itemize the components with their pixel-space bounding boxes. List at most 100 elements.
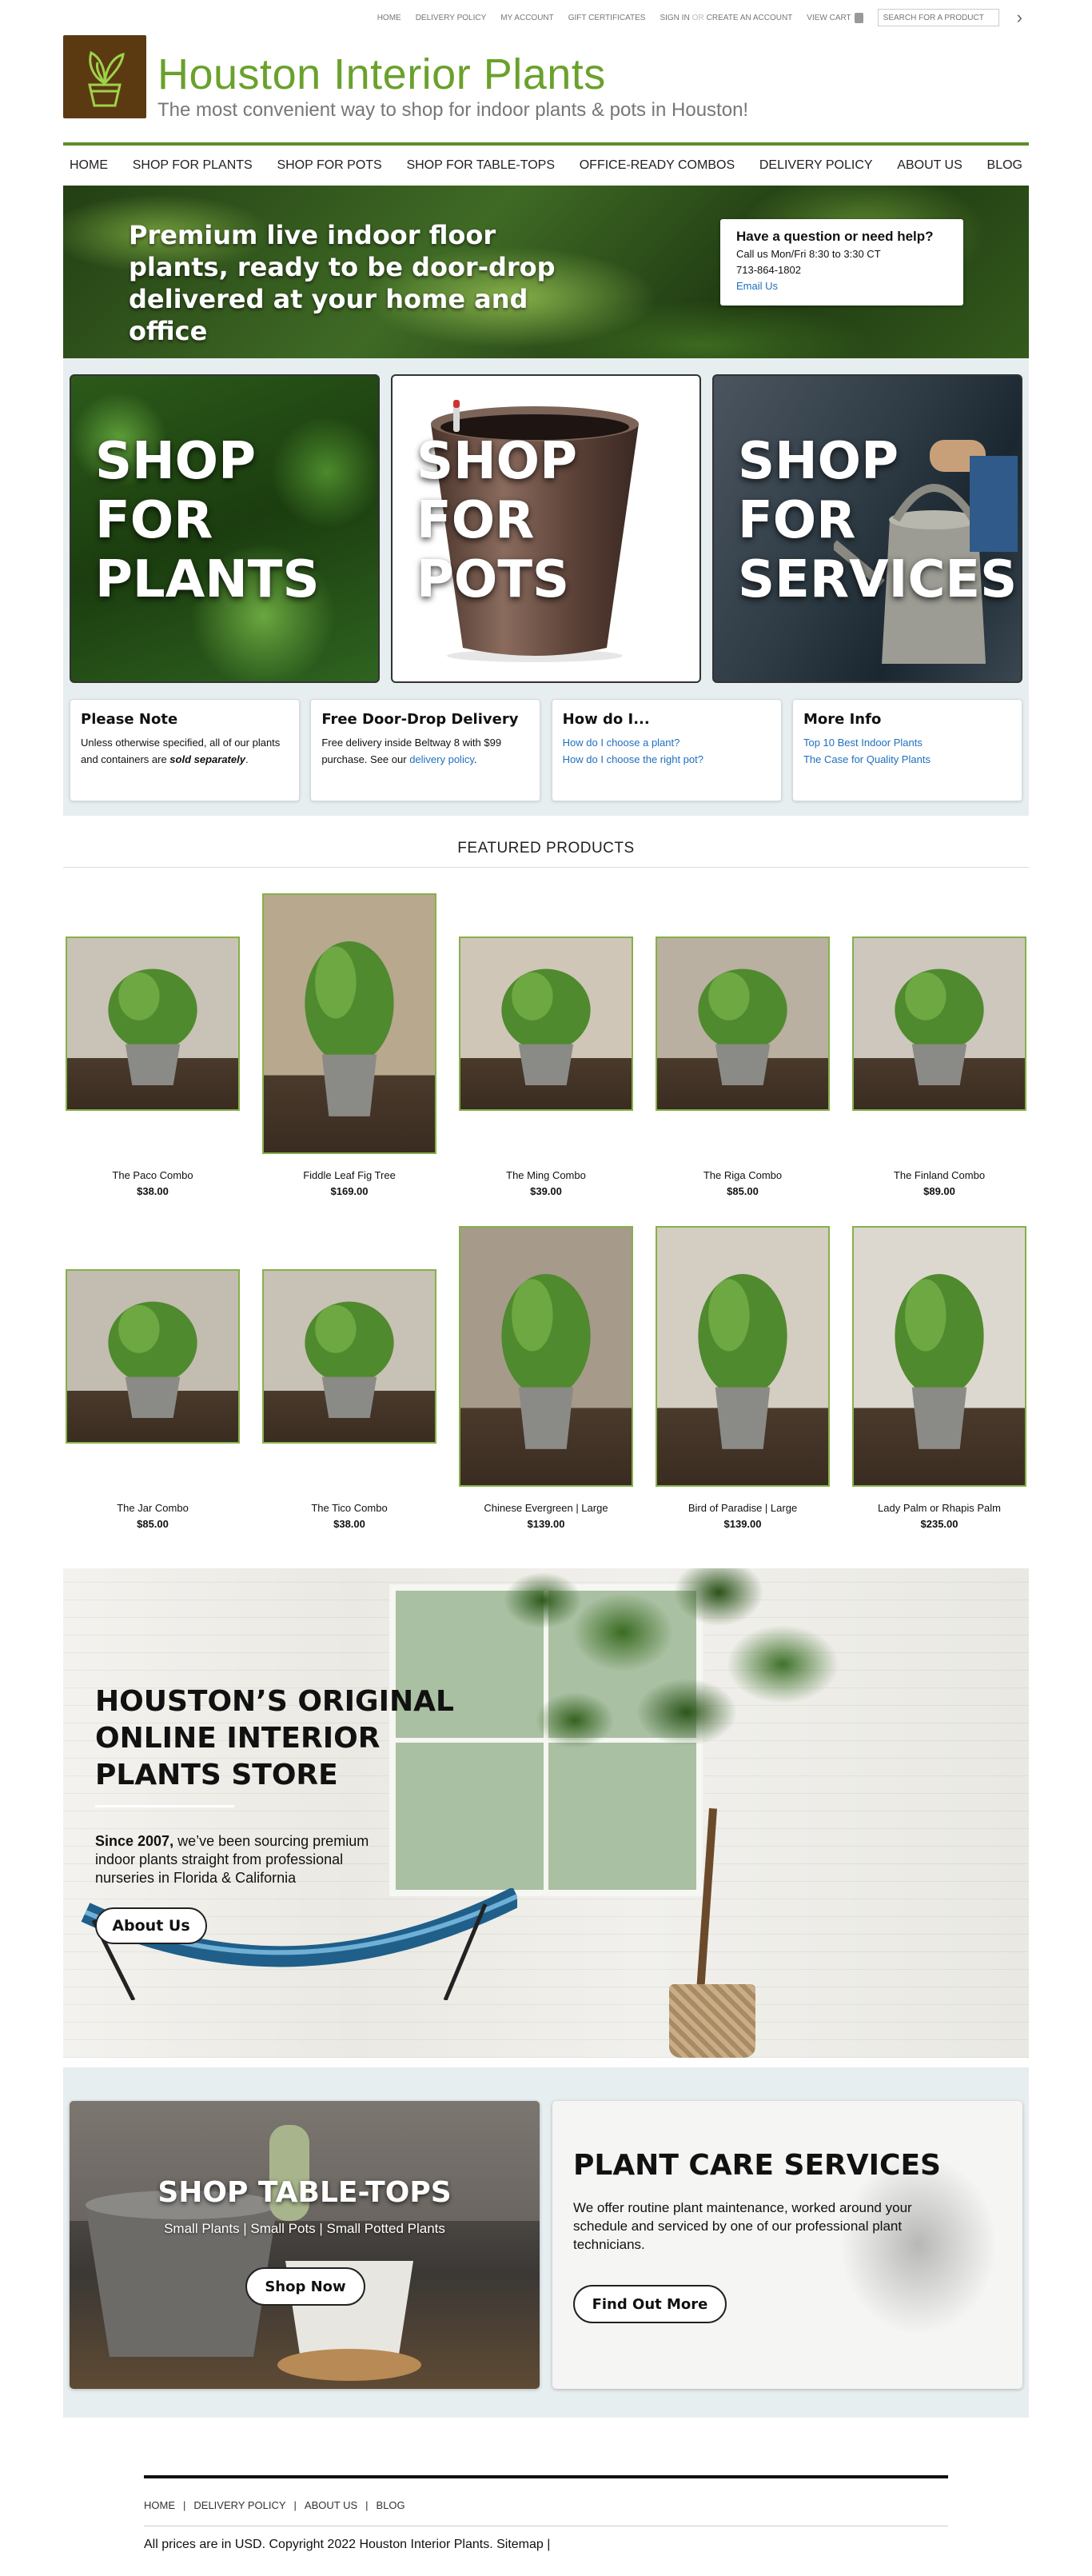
footer-delivery-link[interactable]: DELIVERY POLICY	[193, 2499, 285, 2511]
util-home-link[interactable]: HOME	[377, 14, 401, 22]
product-card[interactable]: The Paco Combo $38.00	[65, 890, 241, 1223]
info-card-how-do-i: How do I... How do I choose a plant? How…	[551, 699, 782, 801]
footer-blog-link[interactable]: BLOG	[377, 2499, 405, 2511]
product-image[interactable]	[262, 1269, 436, 1444]
product-name[interactable]: Lady Palm or Rhapis Palm	[851, 1502, 1027, 1514]
util-delivery-link[interactable]: DELIVERY POLICY	[416, 14, 487, 22]
search-submit-chevron-icon[interactable]: ›	[1017, 7, 1022, 28]
nav-shop-table-tops[interactable]: SHOP FOR TABLE-TOPS	[406, 158, 555, 173]
nav-shop-pots[interactable]: SHOP FOR POTS	[277, 158, 381, 173]
nav-blog[interactable]: BLOG	[987, 158, 1022, 173]
footer-about-link[interactable]: ABOUT US	[305, 2499, 357, 2511]
product-name[interactable]: The Ming Combo	[458, 1169, 634, 1181]
product-name[interactable]: Fiddle Leaf Fig Tree	[261, 1169, 437, 1181]
product-image[interactable]	[262, 893, 436, 1154]
footer-separator: |	[293, 2499, 297, 2511]
free-delivery-period: .	[473, 753, 477, 765]
product-card[interactable]: The Finland Combo $89.00	[851, 890, 1027, 1223]
util-account-link[interactable]: MY ACCOUNT	[500, 14, 554, 22]
product-image[interactable]	[852, 937, 1026, 1111]
potted-plant-image	[895, 968, 984, 1086]
product-card[interactable]: Bird of Paradise | Large $139.00	[655, 1223, 831, 1556]
about-us-button[interactable]: About Us	[95, 1907, 207, 1944]
potted-plant-image	[305, 941, 394, 1116]
how-choose-pot-link[interactable]: How do I choose the right pot?	[563, 751, 771, 768]
more-info-title: More Info	[803, 711, 882, 728]
story-divider	[95, 1805, 234, 1807]
product-name[interactable]: Chinese Evergreen | Large	[458, 1502, 634, 1514]
search-input[interactable]	[877, 9, 999, 26]
product-image[interactable]	[459, 937, 633, 1111]
product-card[interactable]: The Ming Combo $39.00	[458, 890, 634, 1223]
footer-nav: HOME | DELIVERY POLICY | ABOUT US | BLOG	[144, 2499, 948, 2526]
featured-products-grid: The Paco Combo $38.00 Fiddle Leaf Fig Tree…	[63, 890, 1029, 1556]
please-note-text: Unless otherwise specified, all of our p…	[81, 734, 289, 768]
top-10-plants-link[interactable]: Top 10 Best Indoor Plants	[803, 734, 1011, 751]
please-note-title: Please Note	[81, 711, 178, 728]
nav-office-combos[interactable]: OFFICE-READY COMBOS	[580, 158, 735, 173]
product-name[interactable]: The Tico Combo	[261, 1502, 437, 1514]
product-name[interactable]: The Finland Combo	[851, 1169, 1027, 1181]
product-card[interactable]: The Tico Combo $38.00	[261, 1223, 437, 1556]
util-view-cart-link[interactable]: VIEW CART	[807, 12, 863, 23]
product-price: $139.00	[723, 1518, 762, 1530]
shop-plants-tile[interactable]: SHOP FOR PLANTS	[70, 374, 380, 683]
please-note-period: .	[245, 753, 249, 765]
product-card[interactable]: Fiddle Leaf Fig Tree $169.00	[261, 890, 437, 1223]
nav-delivery-policy[interactable]: DELIVERY POLICY	[759, 158, 873, 173]
product-image[interactable]	[459, 1226, 633, 1487]
potted-plant-image	[698, 968, 787, 1086]
util-gift-link[interactable]: GIFT CERTIFICATES	[568, 14, 646, 22]
product-price: $85.00	[137, 1518, 169, 1530]
util-create-account-link[interactable]: CREATE AN ACCOUNT	[707, 14, 793, 22]
main-nav: HOME SHOP FOR PLANTS SHOP FOR POTS SHOP …	[63, 142, 1029, 186]
product-image[interactable]	[66, 1269, 240, 1444]
info-card-more-info: More Info Top 10 Best Indoor Plants The …	[791, 699, 1022, 801]
product-price: $38.00	[333, 1518, 365, 1530]
site-logo[interactable]	[63, 35, 146, 118]
plant-care-title: PLANT CARE SERVICES	[573, 2149, 941, 2182]
help-hours: Call us Mon/Fri 8:30 to 3:30 CT	[736, 248, 881, 260]
shop-now-button[interactable]: Shop Now	[245, 2267, 365, 2306]
product-card[interactable]: The Jar Combo $85.00	[65, 1223, 241, 1556]
how-do-i-title: How do I...	[562, 711, 650, 728]
help-email-link[interactable]: Email Us	[736, 280, 778, 292]
find-out-more-button[interactable]: Find Out More	[573, 2285, 727, 2323]
footer-home-link[interactable]: HOME	[144, 2499, 175, 2511]
product-name[interactable]: The Jar Combo	[65, 1502, 241, 1514]
how-choose-plant-link[interactable]: How do I choose a plant?	[563, 734, 771, 751]
info-card-free-delivery: Free Door-Drop Delivery Free delivery in…	[310, 699, 541, 801]
product-card[interactable]: The Riga Combo $85.00	[655, 890, 831, 1223]
product-card[interactable]: Chinese Evergreen | Large $139.00	[458, 1223, 634, 1556]
shop-pots-tile[interactable]: SHOP FOR POTS	[391, 374, 701, 683]
product-name[interactable]: The Paco Combo	[65, 1169, 241, 1181]
util-signin-link[interactable]: SIGN IN	[660, 14, 689, 22]
product-card[interactable]: Lady Palm or Rhapis Palm $235.00	[851, 1223, 1027, 1556]
free-delivery-text: Free delivery inside Beltway 8 with $99 …	[321, 734, 529, 768]
footer-separator: |	[365, 2499, 369, 2511]
brand-name[interactable]: Houston Interior Plants	[157, 50, 606, 99]
delivery-policy-link[interactable]: delivery policy	[409, 753, 474, 765]
copyright-text: All prices are in USD. Copyright 2022 Ho…	[144, 2538, 551, 2551]
shop-services-tile[interactable]: SHOP FOR SERVICES	[712, 374, 1022, 683]
nav-home[interactable]: HOME	[70, 158, 108, 173]
product-image[interactable]	[656, 1226, 830, 1487]
plant-care-text: We offer routine plant maintenance, work…	[573, 2200, 912, 2252]
info-card-please-note: Please Note Unless otherwise specified, …	[70, 699, 300, 801]
promo-band: SHOP TABLE-TOPS Small Plants | Small Pot…	[63, 2067, 1029, 2418]
help-phone[interactable]: 713-864-1802	[736, 262, 947, 278]
table-tops-card[interactable]: SHOP TABLE-TOPS Small Plants | Small Pot…	[70, 2101, 540, 2389]
quality-plants-link[interactable]: The Case for Quality Plants	[803, 751, 1011, 768]
product-image[interactable]	[852, 1226, 1026, 1487]
help-box: Have a question or need help? Call us Mo…	[720, 219, 963, 306]
product-name[interactable]: Bird of Paradise | Large	[655, 1502, 831, 1514]
product-name[interactable]: The Riga Combo	[655, 1169, 831, 1181]
help-title: Have a question or need help?	[736, 229, 934, 244]
nav-about-us[interactable]: ABOUT US	[897, 158, 962, 173]
nav-shop-plants[interactable]: SHOP FOR PLANTS	[133, 158, 253, 173]
hero-headline: Premium live indoor floor plants, ready …	[129, 220, 556, 346]
product-image[interactable]	[656, 937, 830, 1111]
potted-plant-image	[108, 968, 197, 1086]
product-image[interactable]	[66, 937, 240, 1111]
story-title: HOUSTON’S ORIGINAL ONLINE INTERIOR PLANT…	[95, 1685, 454, 1791]
